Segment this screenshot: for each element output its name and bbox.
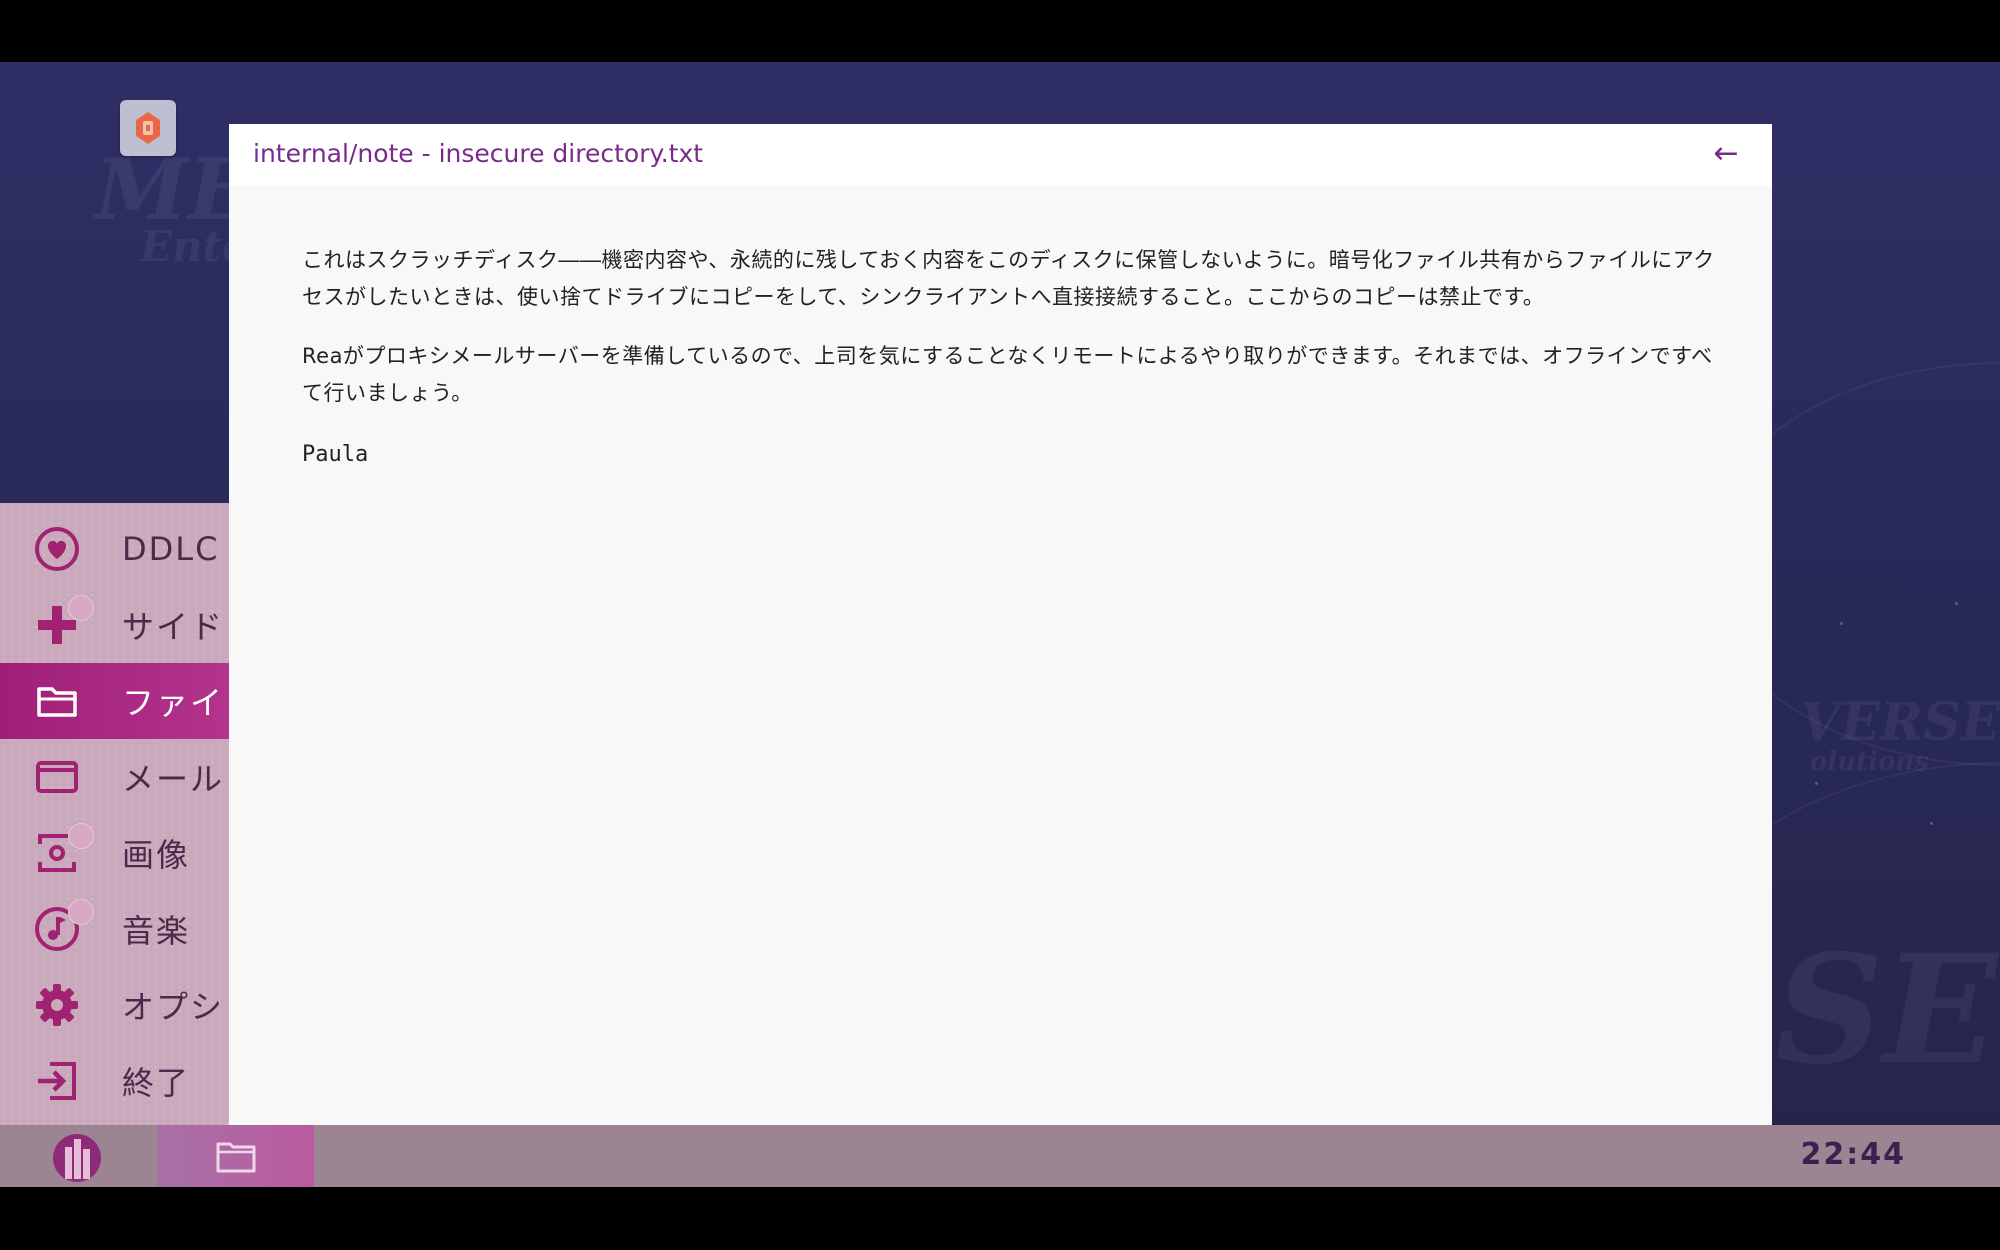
wallpaper-star [1955,602,1958,605]
menu-item-label: サイド [122,608,225,646]
menu-item-mail[interactable]: メール [0,739,230,815]
taskbar-window-button[interactable] [157,1125,314,1187]
menu-item-images[interactable]: 画像 [0,815,230,891]
arrow-left-icon: ← [1713,136,1739,171]
document-paragraph: これはスクラッチディスク――機密内容や、永続的に残しておく内容をこのディスクに保… [302,248,1715,309]
window-title: internal/note - insecure directory.txt [253,139,704,168]
desktop-app-icon[interactable] [120,100,176,156]
menu-item-label: ファイ [122,684,225,722]
folder-icon [34,678,80,724]
document-signature: Paula [302,442,369,467]
menu-item-label: 終了 [122,1064,191,1102]
menu-item-exit[interactable]: 終了 [0,1043,230,1119]
back-button[interactable]: ← [1706,134,1746,174]
building-logo-icon[interactable] [52,1133,102,1183]
start-menu: DDLC サイド ファイ メール 画像 音楽 オプシ 終了 [0,503,230,1187]
notification-badge [68,899,94,925]
text-viewer-window: internal/note - insecure directory.txt ←… [229,124,1772,1187]
desktop: ME Ente VERSE olutions SE DDLC サイド ファイ メ… [0,62,2000,1187]
window-icon [216,1142,255,1173]
menu-item-side[interactable]: サイド [0,587,230,663]
notification-badge [68,595,94,621]
wallpaper-star [1930,822,1933,825]
menu-item-label: メール [122,760,225,798]
taskbar-clock: 22:44 [1800,1137,1906,1172]
menu-item-label: 画像 [122,836,191,874]
document-paragraph: Reaがプロキシメールサーバーを準備しているので、上司を気にすることなくリモート… [302,344,1713,405]
notification-badge [68,823,94,849]
wallpaper-star [1840,622,1843,625]
window-titlebar: internal/note - insecure directory.txt ← [229,124,1772,186]
screen: ME Ente VERSE olutions SE DDLC サイド ファイ メ… [0,0,2000,1250]
wallpaper-star [1815,782,1818,785]
menu-item-options[interactable]: オプシ [0,967,230,1043]
menu-item-label: 音楽 [122,912,191,950]
mail-icon [34,754,80,800]
menu-item-music[interactable]: 音楽 [0,891,230,967]
exit-icon [34,1058,80,1104]
menu-item-ddlc[interactable]: DDLC [0,511,230,587]
menu-item-label: オプシ [122,988,225,1026]
gear-icon [34,982,80,1028]
heart-icon [34,526,80,572]
document-body: これはスクラッチディスク――機密内容や、永続的に残しておく内容をこのディスクに保… [302,242,1722,467]
menu-item-label: DDLC [122,530,220,568]
taskbar: 22:44 [0,1125,2000,1187]
menu-item-files[interactable]: ファイ [0,663,230,739]
app-logo-icon [136,112,160,144]
